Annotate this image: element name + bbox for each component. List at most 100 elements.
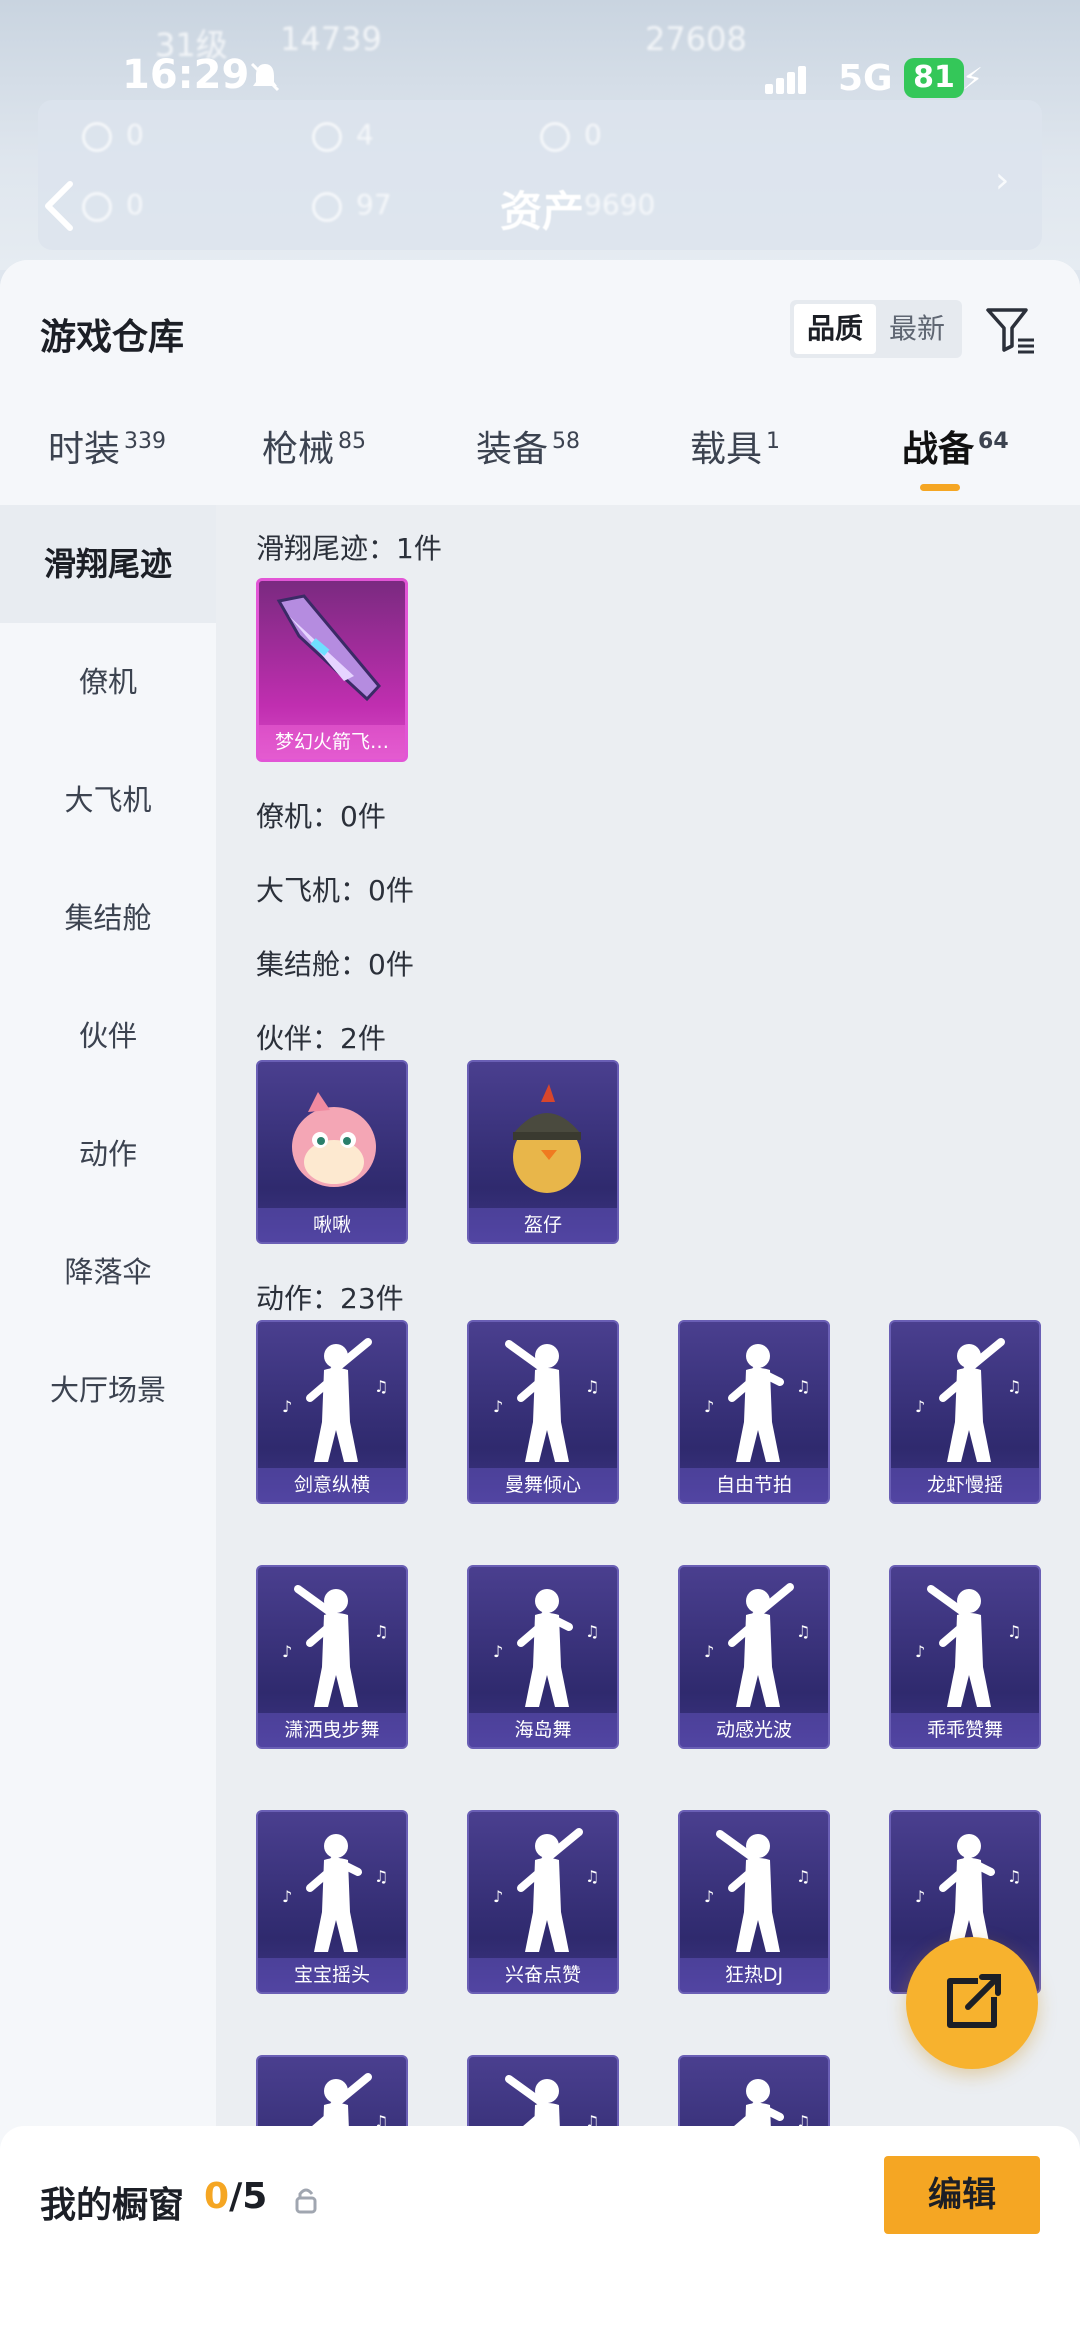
item-name: 啾啾 [258, 1208, 406, 1242]
svg-text:♫: ♫ [1007, 1377, 1021, 1396]
ghost-stat: 0 [584, 118, 602, 151]
sort-newest[interactable]: 最新 [876, 304, 958, 354]
item-card[interactable]: ♪ ♫ 兴奋点赞 [467, 1810, 619, 1994]
tab-fashion[interactable]: 时装 339 [48, 420, 166, 472]
dancer-silhouette-image: ♪♫ [493, 1340, 599, 1462]
svg-text:♪: ♪ [704, 1642, 714, 1661]
svg-text:♫: ♫ [585, 1622, 599, 1641]
dancer-silhouette-image: ♪♫ [704, 1583, 810, 1707]
item-card[interactable]: ♪ ♫ 曼舞倾心 [467, 1320, 619, 1504]
item-card[interactable]: ♪ ♫ 海岛舞 [467, 1565, 619, 1749]
pink-bird-image [292, 1092, 376, 1187]
sheet-title: 游戏仓库 [40, 317, 185, 358]
svg-text:♫: ♫ [796, 1622, 810, 1641]
item-name: 宝宝摇头 [258, 1958, 406, 1992]
tab-vehicles[interactable]: 载具 1 [690, 420, 780, 472]
sort-quality[interactable]: 品质 [794, 304, 876, 354]
item-card[interactable]: ♪ ♫ 自由节拍 [678, 1320, 830, 1504]
item-card[interactable]: ♪ ♫ 动感光波 [678, 1565, 830, 1749]
stat-icon [540, 122, 570, 152]
item-card[interactable]: ♪ ♫ 狂热DJ [678, 1810, 830, 1994]
svg-text:♪: ♪ [915, 1397, 925, 1416]
ghost-stat: 4 [356, 118, 374, 151]
signal-icon [765, 66, 806, 94]
stat-icon [312, 192, 342, 222]
svg-text:♪: ♪ [493, 1887, 503, 1906]
section-label-pod: 集结舱：0件 [256, 948, 414, 981]
item-name: 曼舞倾心 [469, 1468, 617, 1502]
sidebar-item-wingman[interactable]: 僚机 [0, 623, 216, 741]
ghost-stat: 97 [356, 188, 392, 221]
ghost-number: 27608 [645, 20, 747, 58]
ghost-stat: 0 [126, 188, 144, 221]
dancer-silhouette-image: ♪♫ [282, 1834, 388, 1952]
svg-text:♫: ♫ [585, 1867, 599, 1886]
svg-text:♫: ♫ [796, 1377, 810, 1396]
svg-text:♪: ♪ [915, 1887, 925, 1906]
sidebar-item-parachute[interactable]: 降落伞 [0, 1213, 216, 1331]
lock-icon [295, 2188, 317, 2214]
item-card[interactable]: ♪ ♫ 乖乖赞舞 [889, 1565, 1041, 1749]
sheet-header: 游戏仓库 品质 最新 时装 339 枪械 85 装备 58 载具 1 战备 64 [0, 260, 1080, 505]
svg-text:♫: ♫ [796, 1867, 810, 1886]
item-card[interactable]: 梦幻火箭飞… [256, 578, 408, 762]
item-card[interactable]: ♪ ♫ 潇洒曳步舞 [256, 1565, 408, 1749]
section-label-glide: 滑翔尾迹：1件 [256, 532, 442, 565]
svg-text:♪: ♪ [282, 1397, 292, 1416]
item-card[interactable]: ♪ ♫ 宝宝摇头 [256, 1810, 408, 1994]
tab-equipment[interactable]: 装备 58 [476, 420, 580, 472]
item-name: 龙虾慢摇 [891, 1468, 1039, 1502]
filter-icon[interactable] [982, 302, 1038, 358]
ghost-stat: 0 [126, 118, 144, 151]
item-name: 狂热DJ [680, 1958, 828, 1992]
item-name: 自由节拍 [680, 1468, 828, 1502]
stat-icon [82, 122, 112, 152]
svg-text:♫: ♫ [374, 1377, 388, 1396]
back-arrow-icon[interactable] [40, 178, 76, 234]
sidebar-item-lobby-scene[interactable]: 大厅场景 [0, 1331, 216, 1449]
svg-text:♪: ♪ [493, 1397, 503, 1416]
tab-guns[interactable]: 枪械 85 [262, 420, 366, 472]
showcase-label: 我的橱窗 [40, 2185, 185, 2226]
tab-battle-gear[interactable]: 战备 64 [902, 420, 1009, 472]
stat-icon [82, 192, 112, 222]
helmet-chick-image [513, 1084, 581, 1193]
section-label-partner: 伙伴：2件 [256, 1022, 386, 1055]
item-card[interactable]: 啾啾 [256, 1060, 408, 1244]
dancer-silhouette-image: ♪♫ [282, 1338, 388, 1462]
item-name: 剑意纵横 [258, 1468, 406, 1502]
item-card[interactable]: ♪ ♫ 龙虾慢摇 [889, 1320, 1041, 1504]
external-link-icon [947, 1974, 1001, 2028]
sidebar-item-glide-trail[interactable]: 滑翔尾迹 [0, 505, 216, 623]
showcase-count: 0/5 [204, 2176, 268, 2217]
sidebar-item-plane[interactable]: 大飞机 [0, 741, 216, 859]
svg-text:♪: ♪ [493, 1642, 503, 1661]
item-card[interactable]: ♪ ♫ 剑意纵横 [256, 1320, 408, 1504]
edit-button[interactable]: 编辑 [884, 2156, 1040, 2234]
section-label-wingman: 僚机：0件 [256, 800, 386, 833]
item-name: 乖乖赞舞 [891, 1713, 1039, 1747]
showcase-bar: 我的橱窗 0/5 编辑 [0, 2126, 1080, 2347]
svg-text:♫: ♫ [1007, 1622, 1021, 1641]
svg-text:♫: ♫ [374, 1622, 388, 1641]
stat-icon [312, 122, 342, 152]
dancer-silhouette-image: ♪♫ [915, 1338, 1021, 1462]
sidebar-item-pod[interactable]: 集结舱 [0, 859, 216, 977]
dancer-silhouette-image: ♪♫ [493, 1828, 599, 1952]
sidebar-item-partner[interactable]: 伙伴 [0, 977, 216, 1095]
sidebar-item-emote[interactable]: 动作 [0, 1095, 216, 1213]
ghost-number: 14739 [280, 20, 382, 58]
status-time: 16:29 [122, 52, 250, 98]
item-name: 兴奋点赞 [469, 1958, 617, 1992]
svg-text:♪: ♪ [915, 1642, 925, 1661]
share-button[interactable] [906, 1937, 1038, 2069]
dancer-silhouette-image: ♪♫ [704, 1344, 810, 1462]
active-tab-indicator [920, 484, 960, 491]
item-card[interactable]: 盔仔 [467, 1060, 619, 1244]
svg-text:♫: ♫ [374, 1867, 388, 1886]
dancer-silhouette-image: ♪♫ [915, 1585, 1021, 1707]
ghost-stat: 9690 [584, 188, 656, 221]
page-title: 资产 [500, 187, 585, 236]
svg-text:♪: ♪ [282, 1887, 292, 1906]
chevron-right-icon: › [995, 160, 1010, 201]
